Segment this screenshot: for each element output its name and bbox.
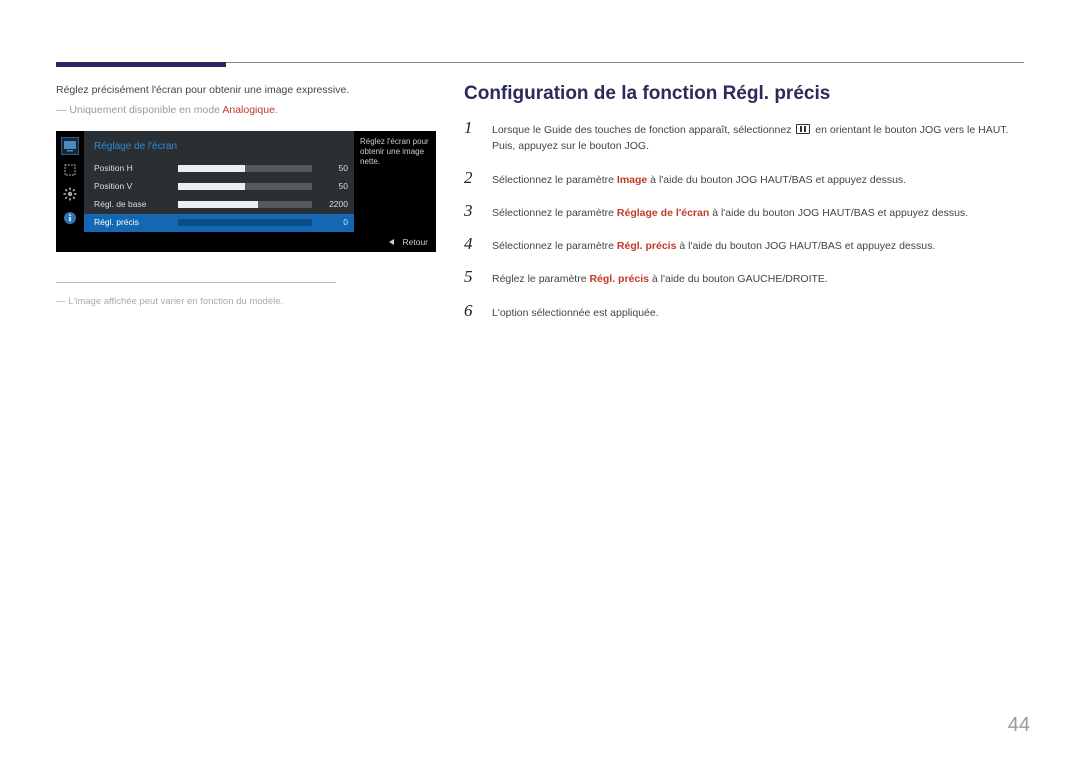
back-arrow-icon [389, 239, 394, 245]
page-number: 44 [1008, 714, 1030, 737]
step-post: à l'aide du bouton GAUCHE/DROITE. [649, 273, 828, 285]
osd-row-value: 50 [320, 180, 348, 193]
step-post: à l'aide du bouton JOG HAUT/BAS et appuy… [647, 174, 906, 186]
osd-row-bar [178, 165, 312, 172]
resize-icon [61, 161, 79, 179]
accent-bar [56, 62, 226, 67]
step-pre: Lorsque le Guide des touches de fonction… [492, 124, 794, 136]
osd-main: Réglage de l'écran Position H50Position … [84, 131, 354, 232]
osd-row: Régl. précis 0 [84, 214, 354, 232]
osd-row: Position V 50 [84, 178, 354, 196]
menu-icon [796, 124, 810, 134]
step: 5 Réglez le paramètre Régl. précis à l'ai… [464, 268, 1024, 287]
model-footnote: ― L'image affichée peut varier en foncti… [56, 295, 436, 309]
step-number: 1 [464, 119, 478, 155]
osd-row-bar-fill [178, 183, 245, 190]
step-bold: Réglage de l'écran [617, 207, 709, 219]
osd-row: Position H 50 [84, 160, 354, 178]
step: 2 Sélectionnez le paramètre Image à l'aid… [464, 169, 1024, 188]
info-icon [61, 209, 79, 227]
step-pre: Sélectionnez le paramètre [492, 174, 617, 186]
step-text: Réglez le paramètre Régl. précis à l'aid… [492, 268, 1024, 287]
step-number: 6 [464, 302, 478, 321]
step: 1 Lorsque le Guide des touches de fonctio… [464, 119, 1024, 155]
note-prefix: ― Uniquement disponible en mode [56, 104, 222, 116]
step-pre: Réglez le paramètre [492, 273, 589, 285]
osd-row-bar [178, 183, 312, 190]
step-text: Sélectionnez le paramètre Régl. précis à… [492, 235, 1024, 254]
top-rule [226, 62, 1024, 63]
osd-footer: Retour [56, 232, 436, 253]
osd-row-label: Position H [94, 162, 170, 175]
osd-row-bar [178, 219, 312, 226]
mode-note: ― Uniquement disponible en mode Analogiq… [56, 103, 436, 119]
monitor-icon [61, 137, 79, 155]
gear-icon [61, 185, 79, 203]
section-heading: Configuration de la fonction Régl. préci… [464, 83, 1024, 105]
step-number: 2 [464, 169, 478, 188]
intro-text: Réglez précisément l'écran pour obtenir … [56, 83, 436, 99]
step-post: à l'aide du bouton JOG HAUT/BAS et appuy… [676, 240, 935, 252]
step-number: 4 [464, 235, 478, 254]
note-suffix: . [275, 104, 278, 116]
osd-row-bar [178, 201, 312, 208]
osd-row-value: 0 [320, 216, 348, 229]
step-text: Sélectionnez le paramètre Réglage de l'é… [492, 202, 1024, 221]
right-column: Configuration de la fonction Régl. préci… [464, 83, 1024, 335]
osd-row-bar-fill [178, 165, 245, 172]
osd-footer-label: Retour [402, 236, 428, 249]
left-divider [56, 282, 336, 283]
osd-row-value: 50 [320, 162, 348, 175]
osd-screenshot: Réglage de l'écran Position H50Position … [56, 131, 436, 253]
step-bold: Régl. précis [589, 273, 649, 285]
step: 3 Sélectionnez le paramètre Réglage de l'… [464, 202, 1024, 221]
osd-row-label: Régl. précis [94, 216, 170, 229]
osd-row-label: Position V [94, 180, 170, 193]
osd-row-bar-fill [178, 201, 258, 208]
step: 6 L'option sélectionnée est appliquée. [464, 302, 1024, 321]
osd-row: Régl. de base 2200 [84, 196, 354, 214]
osd-help-text: Réglez l'écran pour obtenir une image ne… [354, 131, 436, 232]
left-column: Réglez précisément l'écran pour obtenir … [56, 83, 436, 335]
step-pre: L'option sélectionnée est appliquée. [492, 307, 659, 319]
note-mode: Analogique [222, 104, 275, 116]
step-pre: Sélectionnez le paramètre [492, 207, 617, 219]
step-text: L'option sélectionnée est appliquée. [492, 302, 1024, 321]
step-bold: Régl. précis [617, 240, 677, 252]
osd-row-value: 2200 [320, 198, 348, 211]
step-text: Sélectionnez le paramètre Image à l'aide… [492, 169, 1024, 188]
step-number: 5 [464, 268, 478, 287]
step-bold: Image [617, 174, 647, 186]
osd-row-label: Régl. de base [94, 198, 170, 211]
step: 4 Sélectionnez le paramètre Régl. précis … [464, 235, 1024, 254]
step-post: à l'aide du bouton JOG HAUT/BAS et appuy… [709, 207, 968, 219]
step-pre: Sélectionnez le paramètre [492, 240, 617, 252]
osd-sidebar [56, 131, 84, 232]
step-number: 3 [464, 202, 478, 221]
step-text: Lorsque le Guide des touches de fonction… [492, 119, 1024, 155]
osd-title: Réglage de l'écran [84, 131, 354, 160]
